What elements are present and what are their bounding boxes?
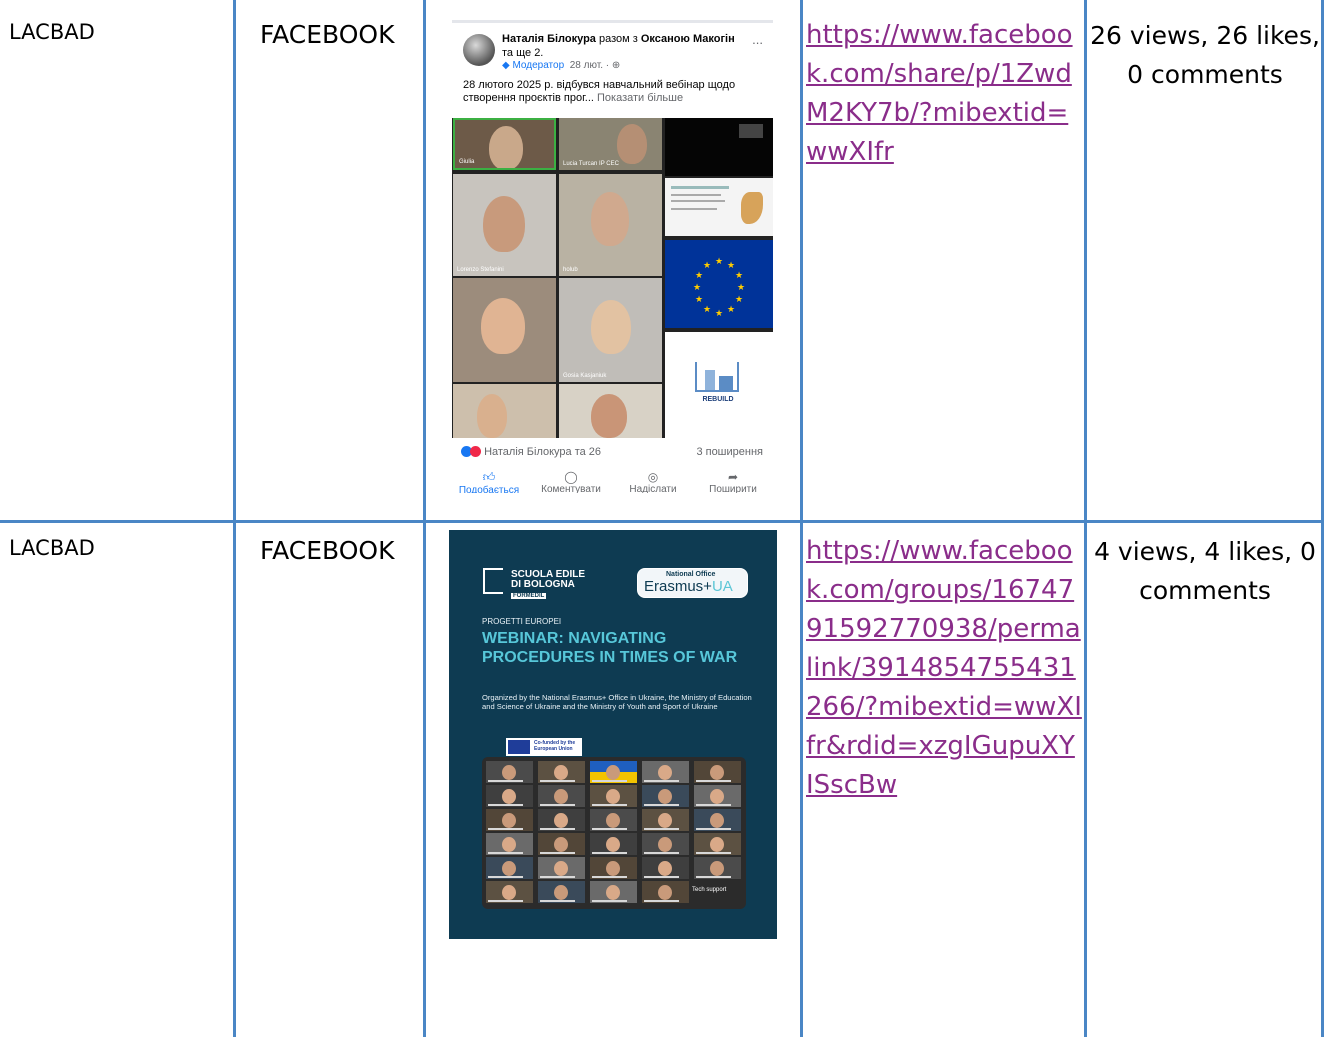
- participant-tile: [538, 809, 585, 831]
- participant-tile: [694, 809, 741, 831]
- love-reaction-icon: [470, 446, 481, 457]
- column-border: [233, 0, 236, 1037]
- source-cell: LACBAD: [9, 20, 95, 44]
- participant-tile: [642, 857, 689, 879]
- post-body: 28 лютого 2025 р. відбувся навчальний ве…: [463, 79, 736, 104]
- participant-tile: [559, 384, 662, 438]
- participant-tile: [486, 785, 533, 807]
- participant-tile: [590, 761, 637, 783]
- rebuild-logo-tile: REBUILD: [665, 332, 773, 438]
- participant-tile: [590, 809, 637, 831]
- svg-text:★: ★: [703, 261, 711, 271]
- video-call-collage: Giulia Lucia Turcan IP CEC Lorenzo Stefa…: [452, 118, 773, 438]
- avatar: [463, 34, 495, 66]
- platform-cell: FACEBOOK: [260, 20, 395, 49]
- participant-tile: [486, 761, 533, 783]
- svg-text:★: ★: [727, 305, 735, 315]
- comment-button[interactable]: ◯ Коментувати: [536, 470, 606, 493]
- participant-tile: [538, 761, 585, 783]
- participant-tile: [642, 785, 689, 807]
- tech-support-label: Tech support: [692, 887, 727, 893]
- eu-cofunded-badge: Co-funded by the European Union: [506, 738, 582, 756]
- thumbs-up-icon: 👍︎: [482, 470, 496, 484]
- share-button[interactable]: ➦ Поширити: [698, 470, 768, 493]
- participant-tile: Lucia Turcan IP CEC: [559, 118, 662, 170]
- participant-tile: [694, 833, 741, 855]
- participant-tile: [642, 881, 689, 903]
- participant-tile: holub: [559, 174, 662, 276]
- participant-tile: [590, 881, 637, 903]
- source-cell: LACBAD: [9, 536, 95, 560]
- participant-tile: [590, 833, 637, 855]
- stats-cell: 26 views, 26 likes, 0 comments: [1090, 21, 1320, 89]
- participant-tile: [694, 785, 741, 807]
- participant-tile: [694, 761, 741, 783]
- svg-text:★: ★: [695, 271, 703, 281]
- svg-text:★: ★: [735, 271, 743, 281]
- participant-tile: [694, 857, 741, 879]
- poster-title: WEBINAR: NAVIGATING PROCEDURES IN TIMES …: [482, 630, 738, 666]
- stats-cell: 4 views, 4 likes, 0 comments: [1094, 537, 1316, 605]
- like-button[interactable]: 👍︎ Подобається: [454, 470, 524, 493]
- participant-tile: [590, 857, 637, 879]
- participant-tile: [486, 881, 533, 903]
- participant-tile: Giulia: [453, 118, 556, 170]
- more-options-icon: ...: [752, 32, 763, 47]
- post-link[interactable]: https://www.facebook.com/share/p/1ZwdM2K…: [806, 16, 1082, 172]
- poster-description: Organized by the National Erasmus+ Offic…: [482, 693, 752, 711]
- eu-flag-tile: ★ ★ ★ ★ ★ ★ ★ ★ ★ ★ ★ ★: [665, 240, 773, 328]
- send-button[interactable]: ◎ Надіслати: [618, 470, 688, 493]
- share-icon: ➦: [727, 470, 739, 484]
- svg-text:★: ★: [727, 261, 735, 271]
- reactions-bar: Наталія Білокура та 26 3 поширення: [461, 446, 763, 458]
- participant-tile: [486, 809, 533, 831]
- column-border: [800, 0, 803, 1037]
- svg-text:★: ★: [735, 295, 743, 305]
- poster-tag: PROGETTI EUROPEI: [482, 617, 562, 626]
- erasmus-ua-logo: National Office Erasmus+UA: [637, 568, 748, 598]
- participant-tile: [642, 761, 689, 783]
- comment-icon: ◯: [564, 470, 578, 484]
- svg-text:★: ★: [695, 295, 703, 305]
- column-border: [423, 0, 426, 1037]
- participant-tile: Lorenzo Stefanini: [453, 174, 556, 276]
- participant-tile: [538, 857, 585, 879]
- row-border: [0, 520, 1324, 523]
- video-call-grid: Tech support: [482, 757, 746, 909]
- post-link[interactable]: https://www.facebook.com/groups/16747915…: [806, 532, 1082, 805]
- platform-cell: FACEBOOK: [260, 536, 395, 565]
- post-author-line: Наталія Білокура разом з Оксаною Макогін…: [502, 33, 735, 59]
- participant-tile: Gosia Kasjaniuk: [559, 278, 662, 382]
- participant-tile: [486, 857, 533, 879]
- messenger-icon: ◎: [647, 470, 659, 484]
- svg-text:★: ★: [703, 305, 711, 315]
- shares-count: 3 поширення: [696, 446, 763, 458]
- svg-text:★: ★: [715, 309, 723, 319]
- participant-tile: [486, 833, 533, 855]
- participant-tile: [590, 785, 637, 807]
- participant-tile: [453, 384, 556, 438]
- participant-tile: [642, 833, 689, 855]
- rebuild-logo-text: REBUILD: [702, 396, 734, 403]
- post-meta: ◆ Модератор 28 лют. · ⊕: [502, 60, 621, 71]
- participant-tile: [642, 809, 689, 831]
- facebook-post-screenshot: Наталія Білокура разом з Оксаною Макогін…: [452, 12, 773, 493]
- svg-text:★: ★: [693, 283, 701, 293]
- participant-tile: [538, 881, 585, 903]
- eu-flag-icon: [508, 740, 530, 754]
- webinar-poster: SCUOLA EDILE DI BOLOGNA FORMEDIL National…: [449, 530, 777, 939]
- scuola-edile-logo: SCUOLA EDILE DI BOLOGNA FORMEDIL: [483, 568, 593, 599]
- participant-tile: [453, 278, 556, 382]
- column-border: [1084, 0, 1087, 1037]
- svg-text:★: ★: [715, 257, 723, 267]
- participant-tile: [665, 118, 773, 176]
- post-actions: 👍︎ Подобається ◯ Коментувати ◎ Надіслати ➦ П…: [452, 470, 773, 493]
- globe-icon: ⊕: [611, 60, 621, 71]
- participant-tile: [538, 833, 585, 855]
- svg-text:★: ★: [737, 283, 745, 293]
- participant-tile: [538, 785, 585, 807]
- slide-tile: [665, 178, 773, 236]
